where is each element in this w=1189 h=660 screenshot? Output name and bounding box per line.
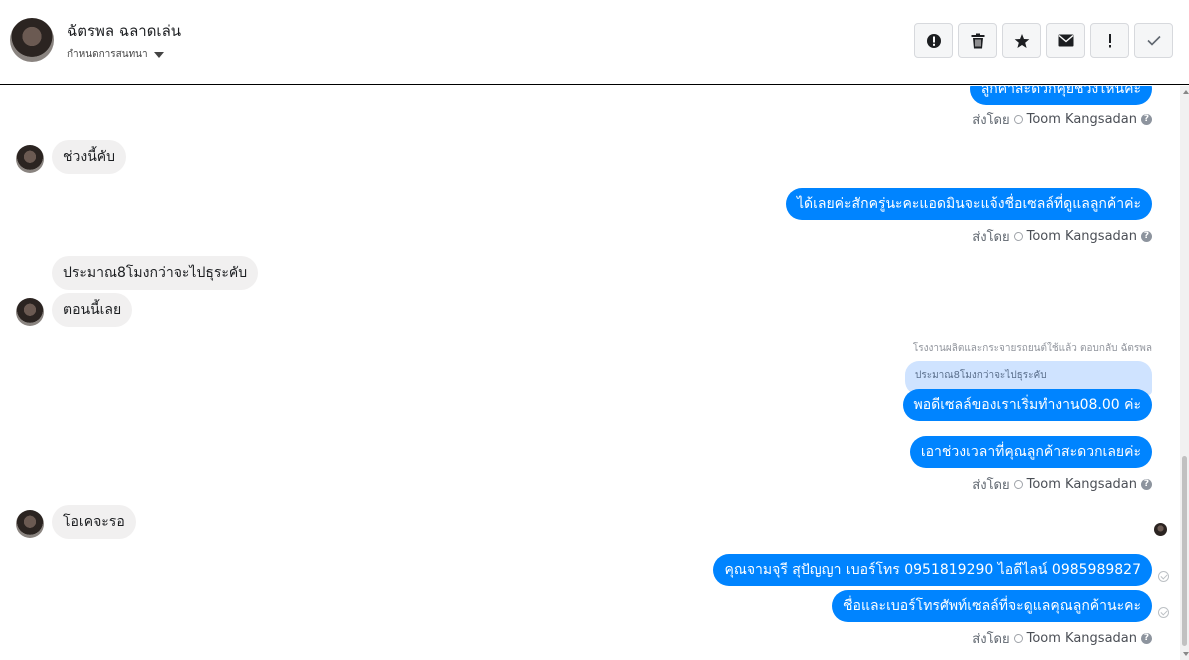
chevron-down-icon (153, 51, 164, 58)
agent-status-icon (1013, 634, 1023, 643)
sent-by-label: ส่งโดย (972, 478, 1010, 493)
outgoing-message-bubble[interactable]: คุณจามจุรี สุปัญญา เบอร์โทร 0951819290 ไ… (713, 554, 1152, 586)
conversation-header: ฉัตรพล ฉลาดเล่น กำหนดการสนทนา (0, 0, 1189, 85)
conversation-status-label: กำหนดการสนทนา (67, 49, 148, 60)
contact-avatar[interactable] (10, 18, 54, 62)
envelope-icon (1058, 34, 1073, 47)
thread-scrollbar[interactable] (1180, 86, 1189, 660)
exclamation-circle-icon (926, 33, 941, 48)
scroll-down-arrow-icon[interactable] (1183, 652, 1189, 656)
agent-name-link[interactable]: Toom Kangsadan (1027, 112, 1137, 127)
sent-by-info: ส่งโดย Toom Kangsadan ? (972, 109, 1152, 130)
mark-unread-button[interactable] (1046, 23, 1085, 58)
sent-by-info: ส่งโดย Toom Kangsadan ? (972, 474, 1152, 495)
help-icon[interactable]: ? (1141, 231, 1152, 242)
exclamation-icon (1108, 33, 1111, 47)
sent-by-info: ส่งโดย Toom Kangsadan ? (972, 226, 1152, 247)
sent-by-label: ส่งโดย (972, 230, 1010, 245)
sent-by-label: ส่งโดย (972, 113, 1010, 128)
report-button[interactable] (914, 23, 953, 58)
mark-done-button[interactable] (1134, 23, 1173, 58)
sent-by-label: ส่งโดย (972, 632, 1010, 647)
star-button[interactable] (1002, 23, 1041, 58)
conversation-status-dropdown[interactable]: กำหนดการสนทนา (67, 47, 164, 62)
outgoing-message-bubble[interactable]: ลูกค้าสะดวกคุยช่วงไหนคะ (969, 86, 1152, 105)
agent-status-icon (1013, 115, 1023, 124)
contact-avatar-small[interactable] (16, 145, 44, 173)
seen-avatar (1154, 523, 1167, 536)
outgoing-message-bubble[interactable]: ชื่อและเบอร์โทรศัพท์เซลล์ที่จะดูแลคุณลูก… (832, 590, 1152, 622)
outgoing-message-bubble[interactable]: ได้เลยค่ะสักครู่นะคะแอดมินจะแจ้งชื่อเซลล… (785, 188, 1152, 220)
agent-status-icon (1013, 480, 1023, 489)
incoming-message-bubble[interactable]: ตอนนี้เลย (52, 293, 133, 327)
contact-name[interactable]: ฉัตรพล ฉลาดเล่น (67, 19, 181, 43)
message-thread[interactable]: ลูกค้าสะดวกคุยช่วงไหนคะ ส่งโดย Toom Kang… (0, 86, 1180, 660)
scrollbar-thumb[interactable] (1182, 456, 1187, 646)
outgoing-message-bubble[interactable]: เอาช่วงเวลาที่คุณลูกค้าสะดวกเลยค่ะ (909, 436, 1152, 468)
agent-name-link[interactable]: Toom Kangsadan (1027, 477, 1137, 492)
trash-icon (971, 33, 984, 48)
delete-button[interactable] (958, 23, 997, 58)
check-icon (1146, 35, 1161, 46)
agent-name-link[interactable]: Toom Kangsadan (1027, 229, 1137, 244)
help-icon[interactable]: ? (1141, 479, 1152, 490)
reply-context-note: โรงงานผลิตและกระจายรถยนต์ใช้แล้ว ตอบกลับ… (912, 343, 1152, 354)
outgoing-message-bubble[interactable]: พอดีเซลล์ของเราเริ่มทำงาน08.00 ค่ะ (902, 389, 1152, 421)
help-icon[interactable]: ? (1141, 114, 1152, 125)
incoming-message-bubble[interactable]: ช่วงนี้คับ (52, 140, 127, 174)
delivered-check-icon (1158, 571, 1169, 582)
contact-avatar-small[interactable] (16, 298, 44, 326)
contact-avatar-small[interactable] (16, 510, 44, 538)
incoming-message-bubble[interactable]: โอเคจะรอ (52, 505, 136, 539)
incoming-message-bubble[interactable]: ประมาณ8โมงกว่าจะไปธุระคับ (52, 256, 259, 290)
agent-name-link[interactable]: Toom Kangsadan (1027, 631, 1137, 646)
delivered-check-icon (1158, 607, 1169, 618)
scroll-up-arrow-icon[interactable] (1183, 90, 1189, 94)
sent-by-info: ส่งโดย Toom Kangsadan ? (972, 628, 1152, 649)
conversation-toolbar (914, 23, 1173, 58)
help-icon[interactable]: ? (1141, 633, 1152, 644)
agent-status-icon (1013, 232, 1023, 241)
star-icon (1014, 33, 1029, 48)
important-button[interactable] (1090, 23, 1129, 58)
